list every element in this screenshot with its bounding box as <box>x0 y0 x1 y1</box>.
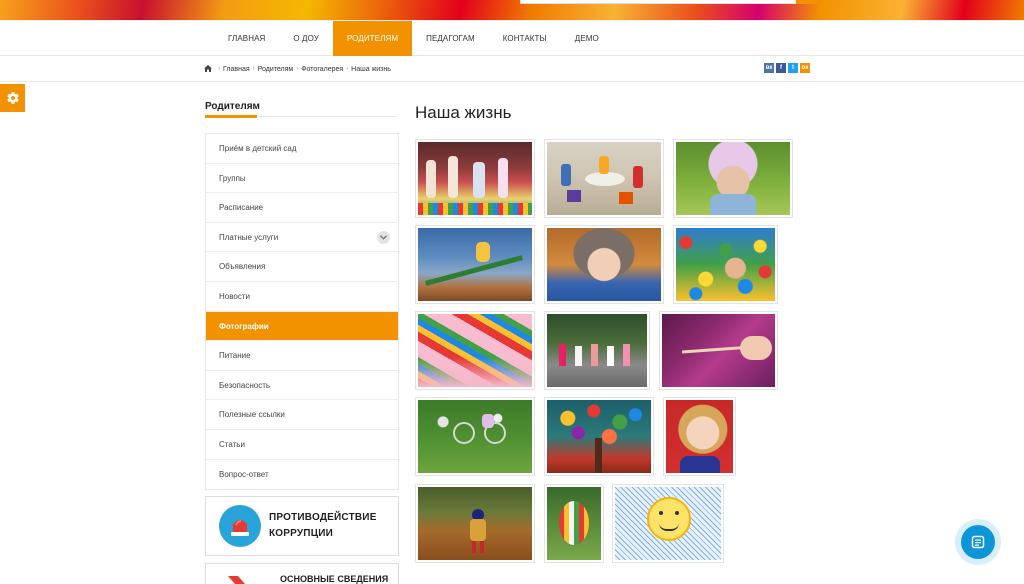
nav-item-about[interactable]: О ДОУ <box>279 21 333 56</box>
gallery-photo-3[interactable] <box>673 139 793 218</box>
photo-paintbrush-hand <box>662 314 775 387</box>
flag-icon <box>228 576 245 584</box>
facebook-icon[interactable]: f <box>776 63 786 73</box>
breadcrumb: › Главная › Родителям › Фотогалерея › На… <box>204 63 391 75</box>
vk-icon[interactable]: вк <box>764 63 774 73</box>
search-input[interactable] <box>520 0 796 4</box>
breadcrumb-gallery[interactable]: Фотогалерея <box>301 66 343 73</box>
basic-info-label: ОСНОВНЫЕ СВЕДЕНИЯ <box>280 574 389 584</box>
sidebar-item-faq[interactable]: Вопрос-ответ <box>206 459 398 490</box>
sidebar-item-admission[interactable]: Приём в детский сад <box>206 134 398 164</box>
gallery-photo-4[interactable] <box>415 225 535 304</box>
anticorruption-banner[interactable]: ПРОТИВОДЕЙСТВИЕ КОРРУПЦИИ <box>205 496 399 556</box>
photo-kids-park-walk <box>547 314 647 387</box>
nav-item-demo[interactable]: ДЕМО <box>561 21 613 56</box>
sidebar-item-articles[interactable]: Статьи <box>206 429 398 460</box>
chat-button-inner <box>961 525 995 559</box>
nav-item-teachers[interactable]: ПЕДАГОГАМ <box>412 21 489 56</box>
sidebar-item-news[interactable]: Новости <box>206 281 398 312</box>
divider <box>0 81 1024 82</box>
breadcrumb-separator: › <box>252 66 255 72</box>
gallery-photo-10[interactable] <box>415 397 535 476</box>
gallery-photo-6[interactable] <box>673 225 778 304</box>
gallery-photo-14[interactable] <box>544 484 604 563</box>
message-icon <box>971 535 985 549</box>
breadcrumb-separator: › <box>296 66 299 72</box>
header-banner <box>0 0 1024 20</box>
sidebar-title: Родителям <box>205 101 260 112</box>
odnoklassniki-icon[interactable]: ок <box>800 63 810 73</box>
gallery-photo-7[interactable] <box>415 311 535 390</box>
gallery-photo-12[interactable] <box>663 397 736 476</box>
gallery-photo-11[interactable] <box>544 397 654 476</box>
nav-item-parents[interactable]: РОДИТЕЛЯМ <box>332 21 413 56</box>
sidebar-item-safety[interactable]: Безопасность <box>206 370 398 401</box>
photo-colorful-tree-painting <box>547 400 651 473</box>
sidebar-item-groups[interactable]: Группы <box>206 163 398 194</box>
gallery-photo-9[interactable] <box>659 311 778 390</box>
gallery-photo-1[interactable] <box>415 139 535 218</box>
photo-lego-bricks <box>418 314 532 387</box>
search-button[interactable] <box>796 0 818 4</box>
breadcrumb-separator: › <box>346 66 349 72</box>
gallery-photo-5[interactable] <box>544 225 664 304</box>
home-icon[interactable] <box>204 64 212 74</box>
chat-button[interactable] <box>955 519 1001 565</box>
nav-item-home[interactable]: ГЛАВНАЯ <box>214 21 279 56</box>
photo-classroom-table <box>547 142 661 215</box>
photo-swing <box>418 228 532 301</box>
gear-icon <box>6 92 19 104</box>
breadcrumb-current: Наша жизнь <box>351 65 391 73</box>
photo-ball-pit <box>676 228 775 301</box>
main-nav: ГЛАВНАЯ О ДОУ РОДИТЕЛЯМ ПЕДАГОГАМ КОНТАК… <box>0 20 1024 56</box>
title-underline <box>205 115 257 118</box>
photo-children-dancing <box>418 142 532 215</box>
gallery-photo-13[interactable] <box>415 484 535 563</box>
breadcrumb-parents[interactable]: Родителям <box>258 66 294 73</box>
gallery-photo-2[interactable] <box>544 139 664 218</box>
basic-info-banner[interactable]: ОСНОВНЫЕ СВЕДЕНИЯ <box>205 563 399 584</box>
siren-icon <box>219 505 261 547</box>
sidebar-item-useful-links[interactable]: Полезные ссылки <box>206 400 398 430</box>
photo-sun-drawing <box>615 487 721 560</box>
sidebar-item-label: Платные услуги <box>219 232 279 242</box>
sidebar-item-nutrition[interactable]: Питание <box>206 341 398 371</box>
chevron-down-icon[interactable] <box>377 230 390 244</box>
anticorruption-line1: ПРОТИВОДЕЙСТВИЕ <box>269 512 377 523</box>
gallery-photo-15[interactable] <box>612 484 724 563</box>
twitter-icon[interactable]: t <box>788 63 798 73</box>
page-title: Наша жизнь <box>415 103 512 122</box>
photo-toy-bike-grass <box>418 400 532 473</box>
photo-paper-lantern <box>547 487 601 560</box>
sidebar-item-photos[interactable]: Фотографии <box>206 311 398 342</box>
photo-smiling-girl <box>666 400 733 473</box>
anticorruption-line2: КОРРУПЦИИ <box>269 528 333 539</box>
photo-toddler-autumn <box>418 487 532 560</box>
sidebar-menu: Приём в детский сад Группы Расписание Пл… <box>205 133 399 491</box>
settings-toggle[interactable] <box>0 84 25 112</box>
share-bar: вк f t ок <box>764 63 810 73</box>
sidebar-item-paid-services[interactable]: Платные услуги <box>206 222 398 253</box>
sidebar-item-schedule[interactable]: Расписание <box>206 193 398 223</box>
breadcrumb-separator: › <box>218 66 220 72</box>
photo-child-in-hat <box>676 142 790 215</box>
gallery-photo-8[interactable] <box>544 311 650 390</box>
sidebar-item-announcements[interactable]: Объявления <box>206 252 398 282</box>
photo-child-winter-hat <box>547 228 661 301</box>
breadcrumb-home[interactable]: Главная <box>223 66 250 73</box>
nav-item-contacts[interactable]: КОНТАКТЫ <box>489 21 561 56</box>
